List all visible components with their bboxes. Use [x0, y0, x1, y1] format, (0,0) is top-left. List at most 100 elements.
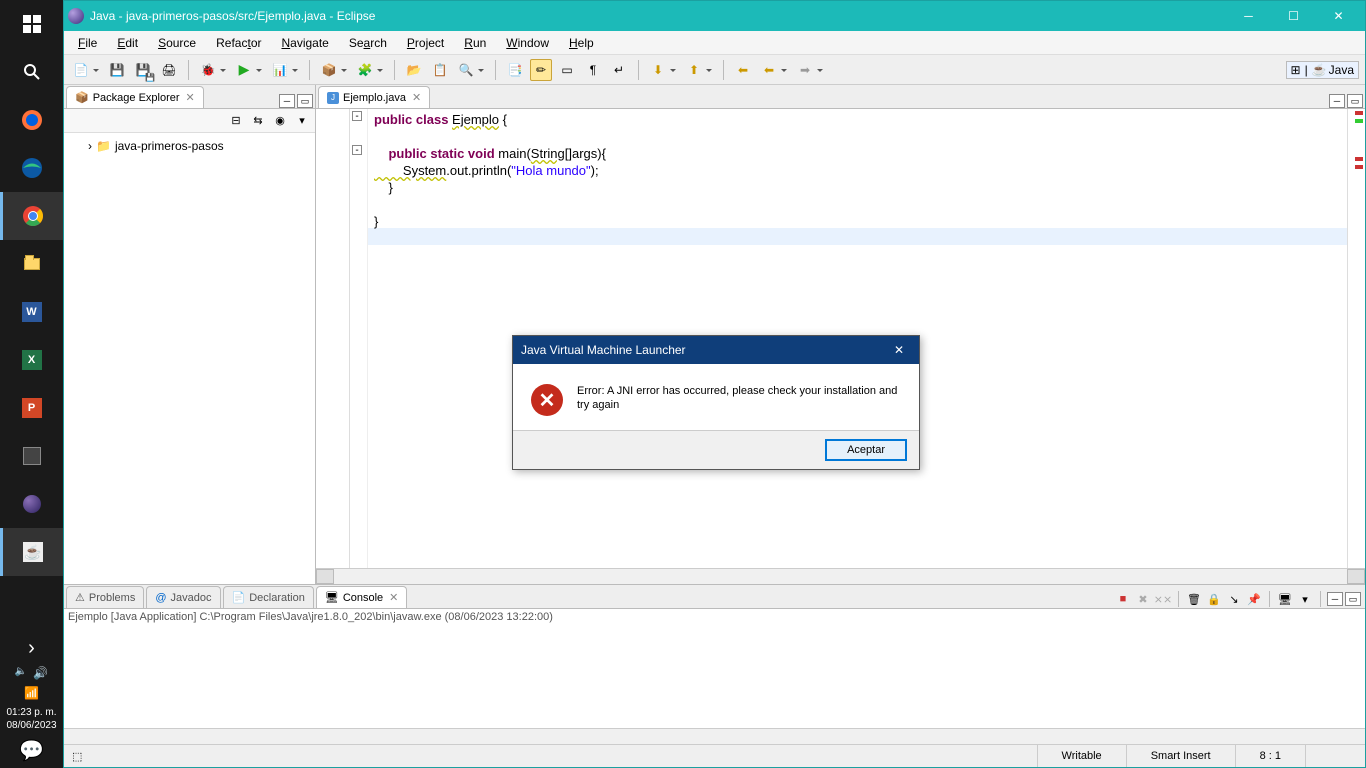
tab-console[interactable]: 🖥Console✕: [316, 586, 408, 608]
new-button[interactable]: 📄: [70, 59, 92, 81]
tab-declaration[interactable]: 📄Declaration: [223, 586, 314, 608]
tab-javadoc[interactable]: @Javadoc: [146, 586, 220, 608]
last-edit-button[interactable]: ⬅: [732, 59, 754, 81]
java-perspective-icon: ☕: [1312, 63, 1327, 77]
open-console-button[interactable]: ▾: [1296, 590, 1314, 608]
powerpoint-icon[interactable]: P: [0, 384, 63, 432]
battery-icon[interactable]: 🔈: [15, 666, 27, 680]
dialog-message: Error: A JNI error has occurred, please …: [577, 384, 901, 416]
console-scrollbar[interactable]: [64, 728, 1365, 744]
remove-all-button[interactable]: ⨯⨯: [1154, 590, 1172, 608]
overview-ruler[interactable]: [1347, 109, 1365, 568]
folding-ruler[interactable]: - -: [350, 109, 368, 568]
project-name: java-primeros-pasos: [115, 139, 224, 153]
minimize-editor-button[interactable]: ─: [1329, 94, 1345, 108]
clear-console-button[interactable]: 🗑: [1185, 590, 1203, 608]
open-type-button[interactable]: 📂: [403, 59, 425, 81]
annotation-ruler[interactable]: [316, 109, 350, 568]
block-selection-button[interactable]: ▭: [556, 59, 578, 81]
menu-window[interactable]: Window: [498, 34, 557, 52]
menu-navigate[interactable]: Navigate: [273, 34, 336, 52]
dialog-titlebar[interactable]: Java Virtual Machine Launcher ✕: [513, 336, 919, 364]
search-button[interactable]: 🔍: [455, 59, 477, 81]
terminate-button[interactable]: ■: [1114, 590, 1132, 608]
project-tree-item[interactable]: › 📁 java-primeros-pasos: [72, 137, 307, 155]
tab-problems[interactable]: ⚠Problems: [66, 586, 144, 608]
display-console-button[interactable]: 🖥: [1276, 590, 1294, 608]
back-button[interactable]: ⬅: [758, 59, 780, 81]
status-icon[interactable]: ⬚: [64, 750, 124, 763]
maximize-bottom-button[interactable]: ▭: [1345, 592, 1361, 606]
link-editor-button[interactable]: ⇆: [249, 112, 267, 130]
menu-refactor[interactable]: Refactor: [208, 34, 269, 52]
print-button[interactable]: 🖨: [158, 59, 180, 81]
chrome-icon[interactable]: [0, 192, 63, 240]
taskbar-overflow-icon[interactable]: ›: [0, 634, 63, 662]
status-insert: Smart Insert: [1126, 745, 1235, 767]
word-wrap-button[interactable]: ↵: [608, 59, 630, 81]
console-body[interactable]: Ejemplo [Java Application] C:\Program Fi…: [64, 609, 1365, 728]
close-icon[interactable]: ✕: [389, 591, 398, 604]
menu-edit[interactable]: Edit: [109, 34, 146, 52]
mark-occurrences-button[interactable]: ✏: [530, 59, 552, 81]
pin-console-button[interactable]: 📌: [1245, 590, 1263, 608]
debug-button[interactable]: 🐞: [197, 59, 219, 81]
focus-task-button[interactable]: ◉: [271, 112, 289, 130]
remove-launch-button[interactable]: ✖: [1134, 590, 1152, 608]
menu-help[interactable]: Help: [561, 34, 602, 52]
excel-icon[interactable]: X: [0, 336, 63, 384]
scroll-lock-button[interactable]: 🔒: [1205, 590, 1223, 608]
accept-button[interactable]: Aceptar: [825, 439, 907, 461]
edge-icon[interactable]: [0, 144, 63, 192]
close-button[interactable]: ✕: [1316, 1, 1361, 31]
dialog-close-button[interactable]: ✕: [887, 340, 911, 360]
menu-source[interactable]: Source: [150, 34, 204, 52]
maximize-view-button[interactable]: ▭: [297, 94, 313, 108]
explorer-icon[interactable]: [0, 240, 63, 288]
minimize-bottom-button[interactable]: ─: [1327, 592, 1343, 606]
search-icon[interactable]: [0, 48, 63, 96]
maximize-button[interactable]: ☐: [1271, 1, 1316, 31]
new-package-button[interactable]: 📦: [318, 59, 340, 81]
chevron-right-icon: ›: [88, 139, 92, 153]
menu-file[interactable]: File: [70, 34, 105, 52]
prev-annotation-button[interactable]: ⬆: [683, 59, 705, 81]
eclipse-icon[interactable]: [0, 480, 63, 528]
wifi-icon[interactable]: 📶: [24, 686, 39, 700]
minimize-button[interactable]: ─: [1226, 1, 1271, 31]
view-menu-button[interactable]: ▾: [293, 112, 311, 130]
show-whitespace-button[interactable]: ¶: [582, 59, 604, 81]
new-class-button[interactable]: 🧩: [354, 59, 376, 81]
save-button[interactable]: 💾: [106, 59, 128, 81]
editor-scrollbar[interactable]: [316, 568, 1365, 584]
app-icon-1[interactable]: [0, 432, 63, 480]
menu-project[interactable]: Project: [399, 34, 452, 52]
show-console-button[interactable]: ↘: [1225, 590, 1243, 608]
close-icon[interactable]: ✕: [186, 91, 195, 104]
save-all-button[interactable]: 💾💾: [132, 59, 154, 81]
taskbar-clock[interactable]: 01:23 p. m. 08/06/2023: [6, 706, 56, 732]
volume-icon[interactable]: 🔊: [33, 666, 48, 680]
titlebar[interactable]: Java - java-primeros-pasos/src/Ejemplo.j…: [64, 1, 1365, 31]
package-explorer-tab[interactable]: 📦 Package Explorer ✕: [66, 86, 204, 108]
run-button[interactable]: ▶: [233, 59, 255, 81]
perspective-switcher[interactable]: ⊞ | ☕ Java: [1286, 61, 1360, 79]
maximize-editor-button[interactable]: ▭: [1347, 94, 1363, 108]
firefox-icon[interactable]: [0, 96, 63, 144]
menu-run[interactable]: Run: [456, 34, 494, 52]
toggle-breadcrumb-button[interactable]: 📑: [504, 59, 526, 81]
forward-button[interactable]: ➡: [794, 59, 816, 81]
word-icon[interactable]: W: [0, 288, 63, 336]
notifications-icon[interactable]: 💬: [0, 736, 63, 764]
open-task-button[interactable]: 📋: [429, 59, 451, 81]
menu-search[interactable]: Search: [341, 34, 395, 52]
next-annotation-button[interactable]: ⬇: [647, 59, 669, 81]
coverage-button[interactable]: 📊: [269, 59, 291, 81]
editor-tab[interactable]: J Ejemplo.java ✕: [318, 86, 430, 108]
close-icon[interactable]: ✕: [412, 91, 421, 104]
start-button[interactable]: [0, 0, 63, 48]
minimize-view-button[interactable]: ─: [279, 94, 295, 108]
collapse-all-button[interactable]: ⊟: [227, 112, 245, 130]
open-perspective-icon[interactable]: ⊞: [1291, 63, 1301, 77]
java-icon[interactable]: ☕: [0, 528, 63, 576]
